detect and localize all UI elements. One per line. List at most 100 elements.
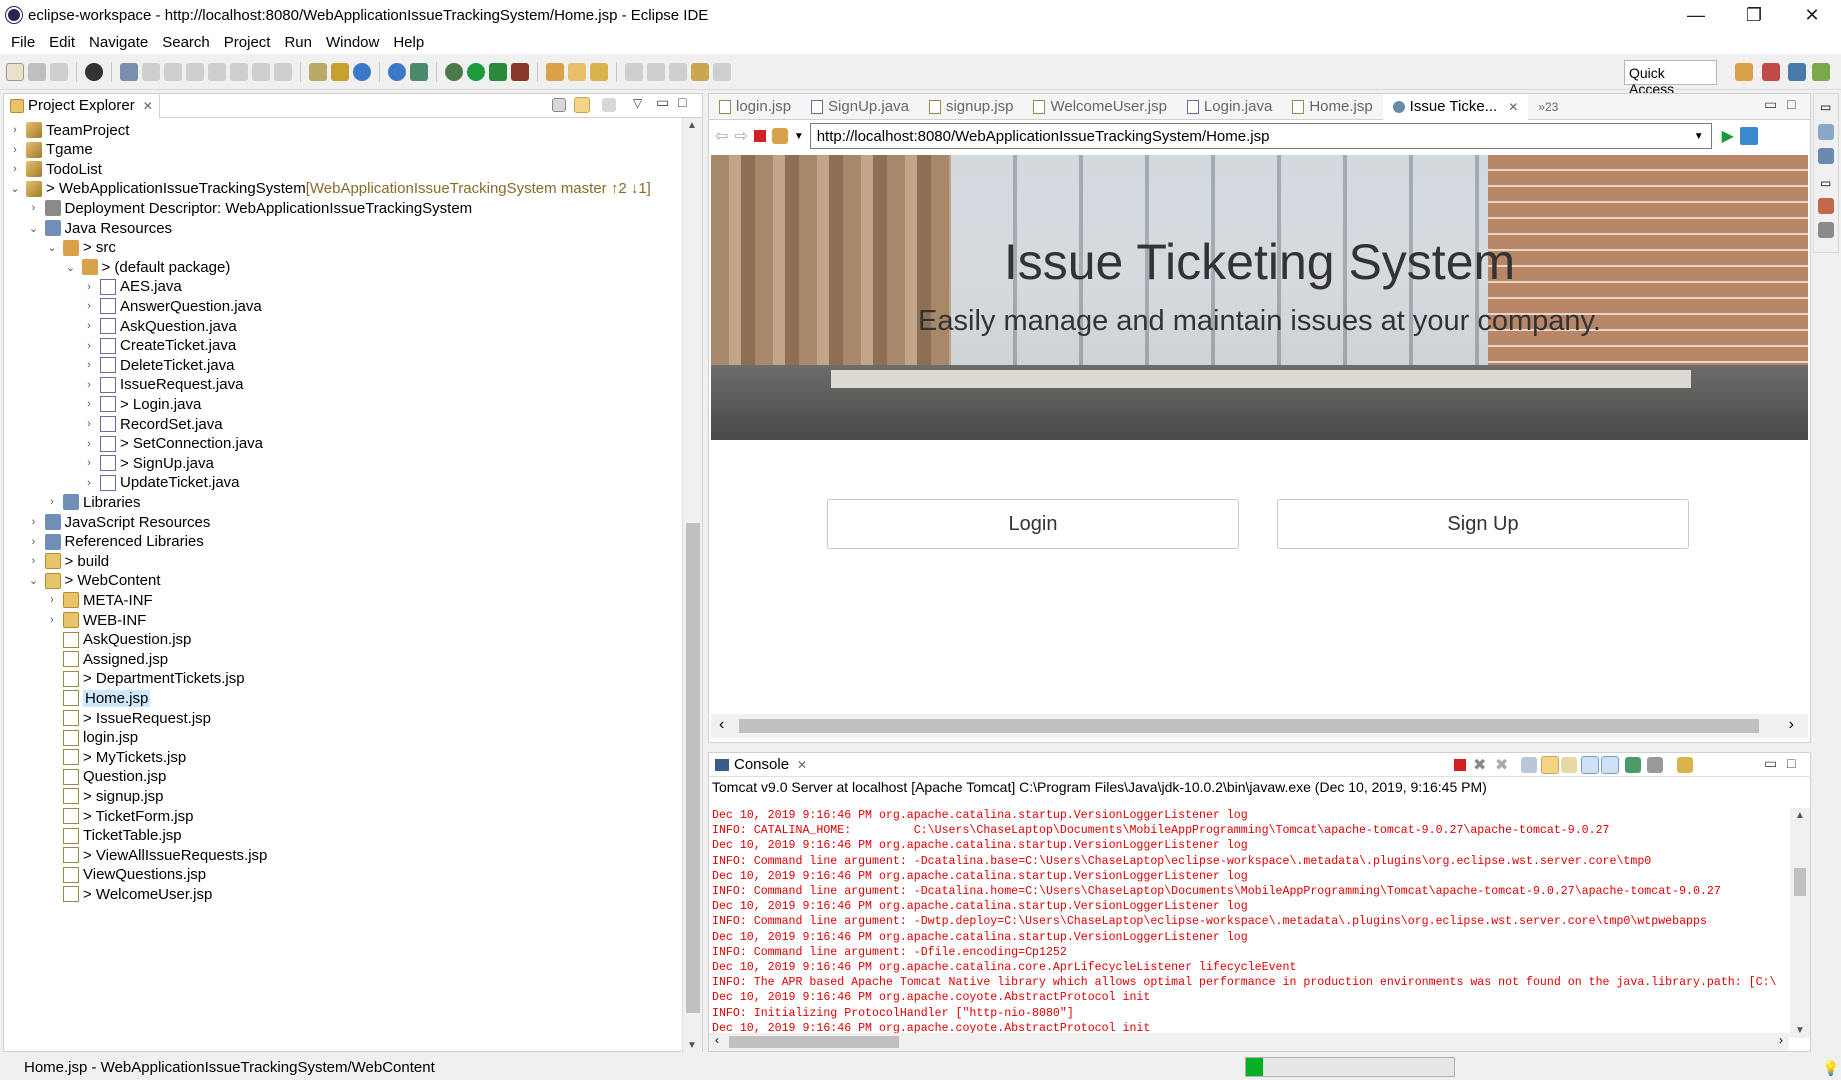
- open-perspective-icon[interactable]: [1735, 63, 1753, 81]
- dropdown-icon[interactable]: ▼: [794, 131, 804, 142]
- filter-icon[interactable]: [602, 98, 616, 112]
- scroll-up-icon[interactable]: ▲: [1795, 810, 1805, 821]
- collapsed-chevron-icon[interactable]: ›: [8, 124, 22, 136]
- browser-hscrollbar[interactable]: ‹ ›: [711, 714, 1808, 738]
- collapsed-chevron-icon[interactable]: ›: [27, 516, 41, 528]
- collapsed-chevron-icon[interactable]: ›: [45, 614, 59, 626]
- step-over-icon[interactable]: [252, 62, 270, 81]
- search-icon[interactable]: [590, 62, 608, 81]
- globe-icon[interactable]: [388, 62, 406, 81]
- tab-home-jsp[interactable]: Home.jsp: [1282, 94, 1382, 120]
- signup-button[interactable]: Sign Up: [1277, 499, 1689, 549]
- new-server-icon[interactable]: [331, 62, 349, 81]
- minimize-button[interactable]: —: [1667, 0, 1725, 30]
- suspend-icon[interactable]: [164, 62, 182, 81]
- show-console-stdout-icon[interactable]: [1581, 756, 1599, 774]
- console-hscrollbar[interactable]: ‹ ›: [709, 1033, 1789, 1051]
- close-icon[interactable]: ✕: [797, 758, 807, 772]
- tree-item[interactable]: > WelcomeUser.jsp: [45, 883, 212, 905]
- expanded-chevron-icon[interactable]: ⌄: [64, 261, 78, 274]
- scroll-right-icon[interactable]: ›: [1789, 716, 1794, 734]
- collapsed-chevron-icon[interactable]: ›: [82, 457, 96, 469]
- run-icon[interactable]: [467, 62, 485, 81]
- collapsed-chevron-icon[interactable]: ›: [82, 359, 96, 371]
- save-all-icon[interactable]: [50, 62, 68, 81]
- new-project-icon[interactable]: [353, 62, 371, 81]
- collapse-all-icon[interactable]: [552, 98, 566, 112]
- open-resource-icon[interactable]: [568, 62, 586, 81]
- tab-issue-ticketing-browser[interactable]: Issue Ticke... ✕: [1382, 93, 1529, 120]
- collapsed-chevron-icon[interactable]: ›: [27, 202, 41, 214]
- pin-console-icon[interactable]: [1625, 757, 1641, 773]
- close-icon[interactable]: ✕: [143, 99, 153, 113]
- word-wrap-icon[interactable]: [1561, 757, 1577, 773]
- minimize-icon[interactable]: ▭: [1764, 96, 1777, 113]
- maximize-icon[interactable]: □: [678, 94, 686, 110]
- url-input[interactable]: http://localhost:8080/WebApplicationIssu…: [809, 123, 1712, 149]
- scrollbar-thumb[interactable]: [729, 1036, 899, 1048]
- back-arrow-icon[interactable]: ⇦: [715, 126, 728, 146]
- step-into-icon[interactable]: [230, 62, 248, 81]
- menu-file[interactable]: File: [4, 34, 42, 51]
- collapsed-chevron-icon[interactable]: ›: [82, 477, 96, 489]
- scrollbar-thumb[interactable]: [739, 719, 1759, 733]
- expanded-chevron-icon[interactable]: ⌄: [8, 182, 22, 195]
- scroll-up-icon[interactable]: ▲: [687, 120, 697, 131]
- open-console-icon[interactable]: [1677, 757, 1693, 773]
- open-type-icon[interactable]: [410, 62, 428, 81]
- collapsed-chevron-icon[interactable]: ›: [27, 536, 41, 548]
- go-icon[interactable]: ▶: [1722, 126, 1734, 146]
- project-explorer-scrollbar[interactable]: ▲ ▼: [682, 118, 702, 1053]
- tab-console[interactable]: Console ✕: [709, 753, 813, 777]
- close-icon[interactable]: ✕: [1508, 100, 1518, 114]
- console-vscrollbar[interactable]: ▲ ▼: [1790, 808, 1810, 1038]
- collapsed-chevron-icon[interactable]: ›: [8, 163, 22, 175]
- restore-button[interactable]: ❐: [1725, 0, 1783, 30]
- menu-navigate[interactable]: Navigate: [82, 34, 155, 51]
- debug-profile-icon[interactable]: [85, 62, 103, 81]
- save-icon[interactable]: [28, 62, 46, 81]
- previous-annotation-icon[interactable]: [647, 62, 665, 81]
- forward-arrow-icon[interactable]: ⇨: [734, 126, 747, 146]
- open-external-browser-icon[interactable]: [1739, 127, 1758, 145]
- menu-edit[interactable]: Edit: [42, 34, 82, 51]
- refresh-icon[interactable]: [771, 128, 788, 144]
- back-icon[interactable]: [691, 62, 709, 81]
- expanded-chevron-icon[interactable]: ⌄: [27, 222, 41, 235]
- new-icon[interactable]: [6, 62, 24, 81]
- maximize-icon[interactable]: □: [1787, 96, 1795, 112]
- collapsed-chevron-icon[interactable]: ›: [45, 496, 59, 508]
- quick-access-field[interactable]: Quick Access: [1624, 60, 1717, 97]
- problems-icon[interactable]: [1818, 222, 1834, 238]
- stop-icon[interactable]: [753, 130, 766, 142]
- login-button[interactable]: Login: [827, 499, 1239, 549]
- tab-signup-jsp[interactable]: signup.jsp: [919, 94, 1024, 120]
- outline-icon[interactable]: [1818, 124, 1834, 140]
- clear-console-icon[interactable]: [1521, 757, 1537, 773]
- collapsed-chevron-icon[interactable]: ›: [82, 398, 96, 410]
- scroll-lock-icon[interactable]: [1541, 756, 1559, 774]
- collapsed-chevron-icon[interactable]: ›: [82, 438, 96, 450]
- display-selected-console-icon[interactable]: [1647, 757, 1663, 773]
- scroll-down-icon[interactable]: ▼: [687, 1040, 697, 1051]
- collapsed-chevron-icon[interactable]: ›: [8, 144, 22, 156]
- menu-project[interactable]: Project: [217, 34, 278, 51]
- collapsed-chevron-icon[interactable]: ›: [82, 379, 96, 391]
- scroll-left-icon[interactable]: ‹: [715, 1033, 719, 1047]
- collapsed-chevron-icon[interactable]: ›: [82, 320, 96, 332]
- tab-login-java[interactable]: Login.java: [1177, 94, 1282, 120]
- toggle-block-icon[interactable]: [309, 62, 327, 81]
- coverage-icon[interactable]: [489, 62, 507, 81]
- servers-icon[interactable]: [1818, 198, 1834, 214]
- external-tools-icon[interactable]: [511, 62, 529, 81]
- task-list-icon[interactable]: [1818, 148, 1834, 164]
- resume-icon[interactable]: [142, 62, 160, 81]
- forward-icon[interactable]: [713, 62, 731, 81]
- remove-all-icon[interactable]: ✖: [1495, 755, 1508, 775]
- git-perspective-icon[interactable]: [1812, 63, 1830, 81]
- maximize-icon[interactable]: □: [1787, 755, 1795, 771]
- view-menu-icon[interactable]: ▽: [633, 96, 642, 110]
- tab-login-jsp[interactable]: login.jsp: [709, 94, 801, 120]
- menu-search[interactable]: Search: [155, 34, 217, 51]
- skip-breakpoints-icon[interactable]: [120, 62, 138, 81]
